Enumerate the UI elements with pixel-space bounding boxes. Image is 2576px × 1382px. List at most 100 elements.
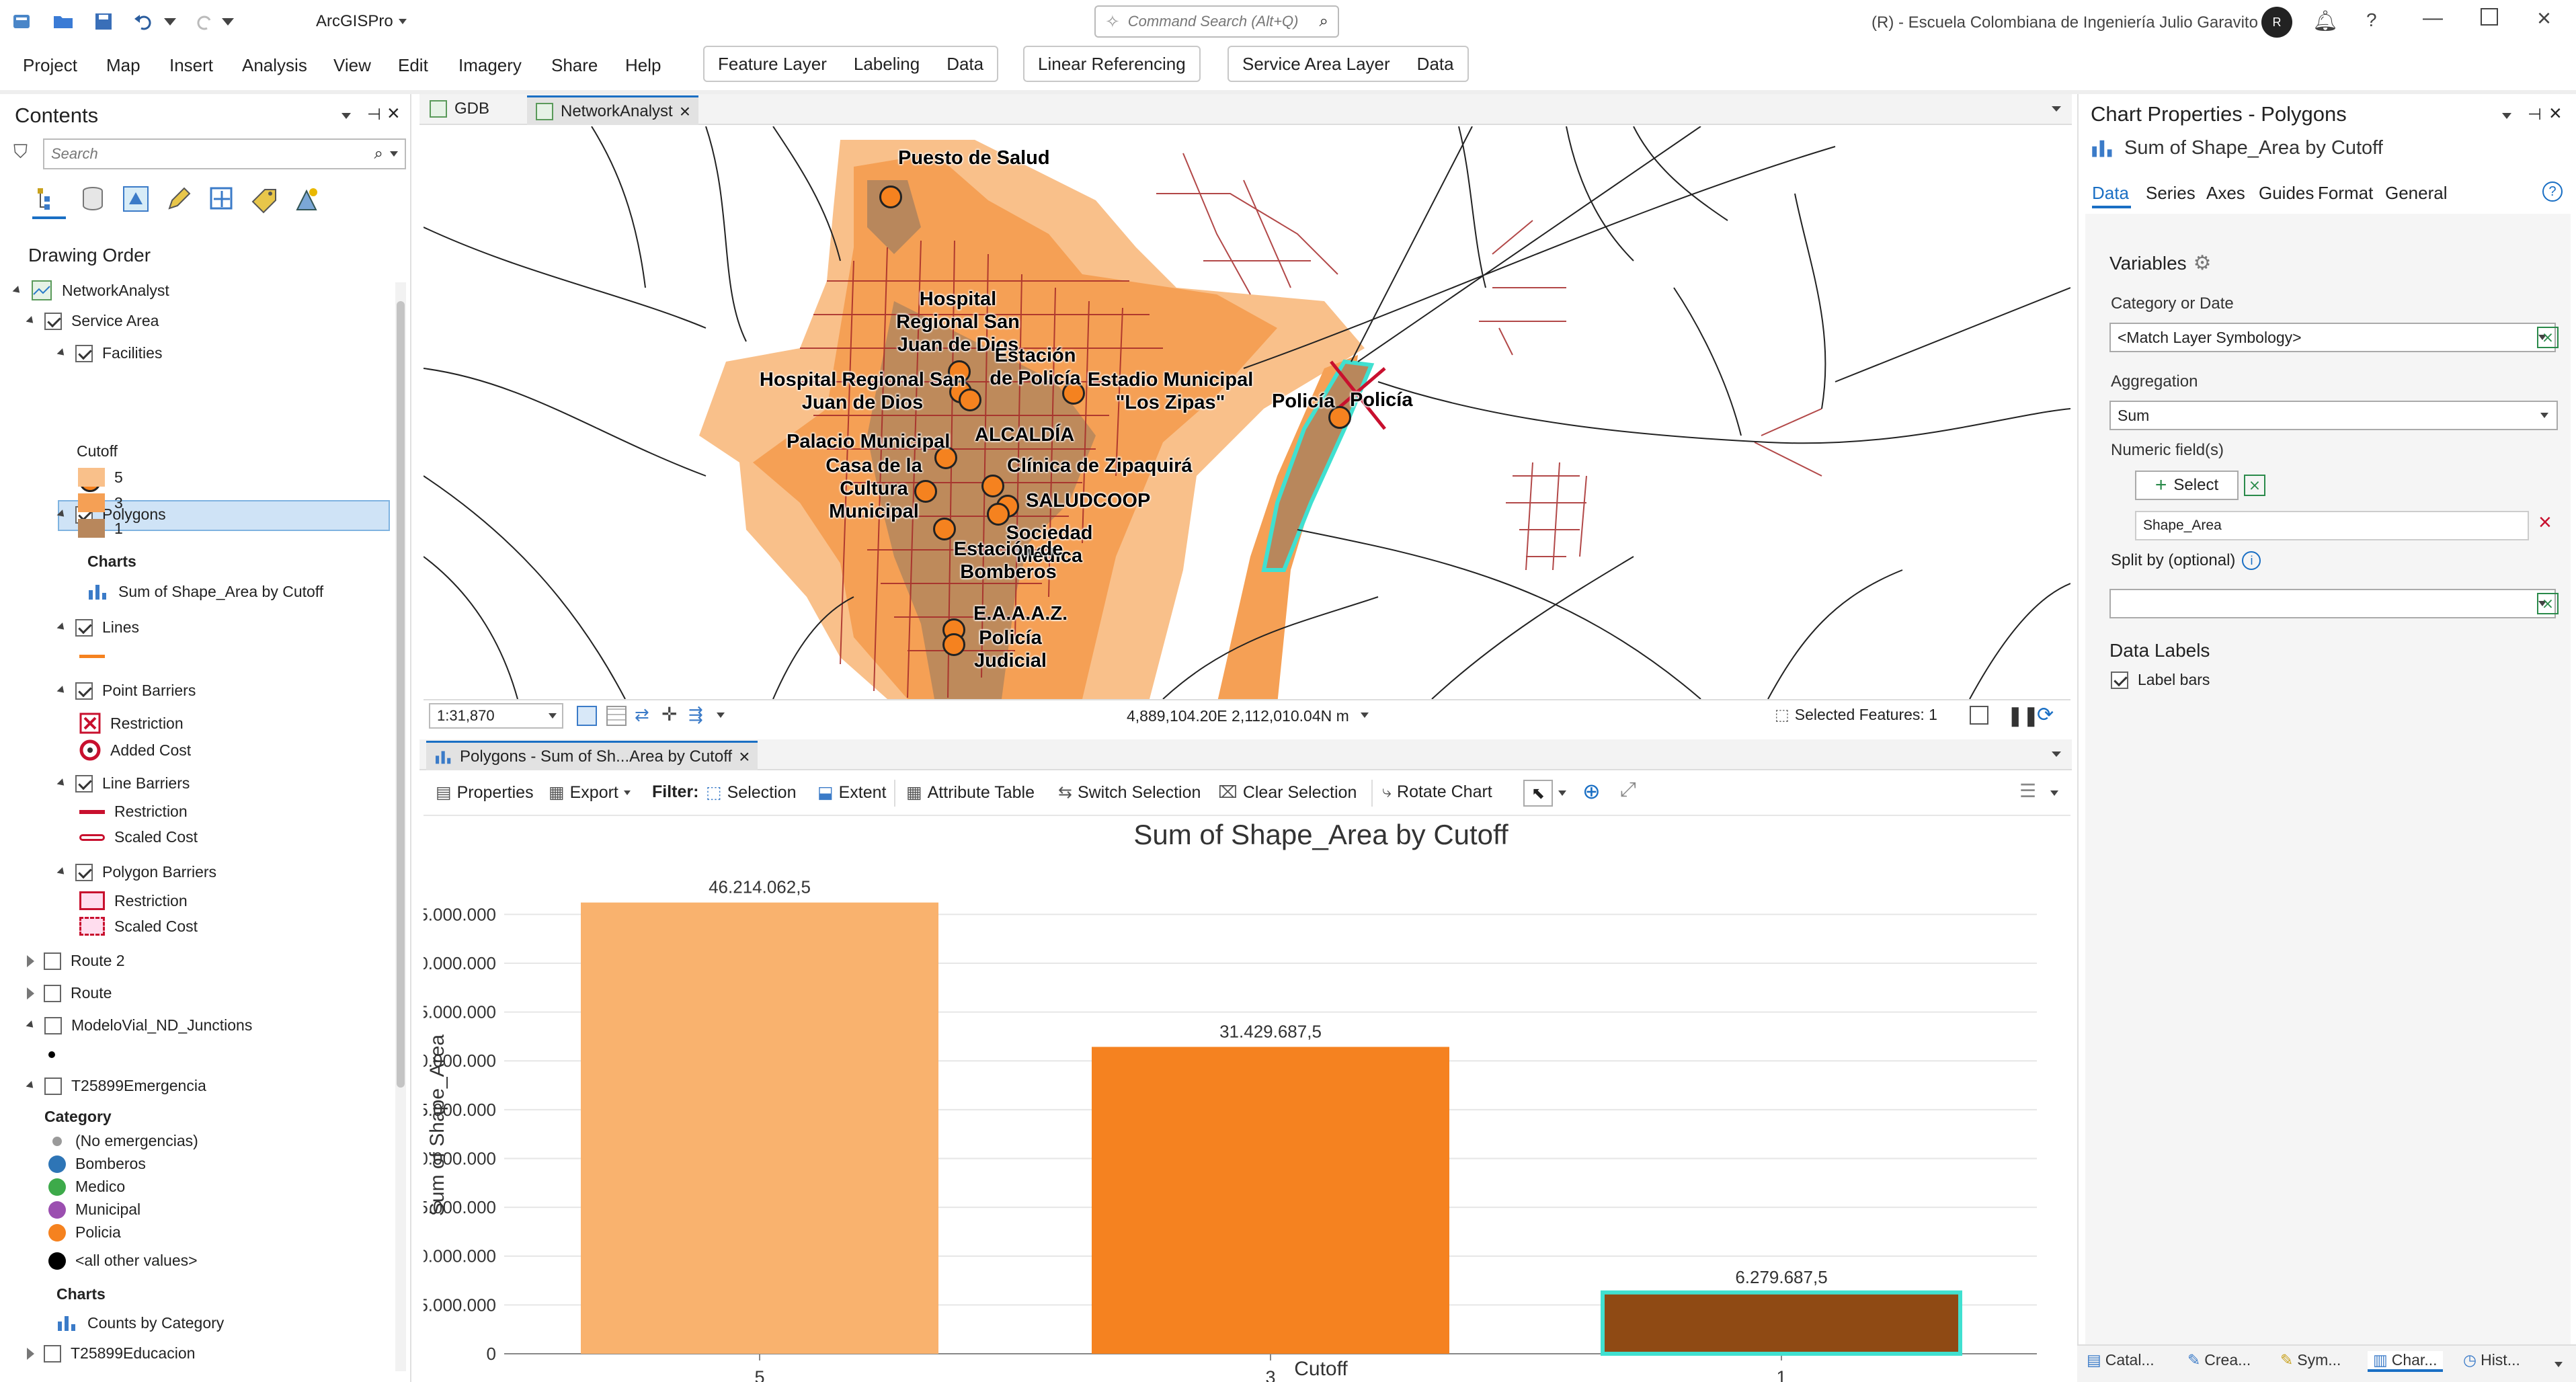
gear-icon[interactable]: ⚙ [2193, 251, 2212, 275]
chevron-down-icon[interactable] [717, 713, 725, 718]
layer-junctions[interactable]: ModeloVial_ND_Junctions [26, 1016, 252, 1034]
close-pane-icon[interactable]: × [2549, 101, 2562, 126]
select-tool-icon[interactable]: ⬉ [1523, 780, 1553, 807]
layer-lines[interactable]: Lines [56, 618, 139, 637]
collapse-icon[interactable] [56, 622, 67, 633]
undo-icon[interactable] [132, 9, 156, 34]
tabs-menu-icon[interactable] [2052, 106, 2061, 112]
remove-field-icon[interactable]: × [2538, 510, 2552, 536]
correction-icon[interactable]: ⇄ [635, 704, 649, 725]
menu-insert[interactable]: Insert [169, 55, 213, 76]
menu-edit[interactable]: Edit [398, 55, 428, 76]
collapse-icon[interactable] [56, 867, 67, 877]
clear-split-icon[interactable]: ⨯ [2537, 593, 2559, 614]
expand-icon[interactable] [27, 1347, 34, 1360]
collapse-icon[interactable] [26, 316, 36, 326]
tab-feature-layer[interactable]: Feature Layer [705, 54, 840, 75]
tab-series[interactable]: Series [2146, 183, 2196, 204]
contents-search[interactable]: Search ⌕ [43, 138, 406, 169]
navigation-icon[interactable]: ⇶ [688, 704, 703, 725]
bar[interactable] [1601, 1290, 1962, 1356]
tab-catalog[interactable]: ▤ Catal... [2087, 1351, 2155, 1369]
filter-extent-button[interactable]: ⬓ Extent [817, 782, 887, 803]
tab-general[interactable]: General [2385, 183, 2448, 204]
scale-selector[interactable]: 1:31,870 [429, 703, 563, 729]
rotate-chart-button[interactable]: ⤷ Rotate Chart [1382, 782, 1492, 802]
tab-data-2[interactable]: Data [1404, 54, 1467, 75]
list-by-labeling-icon[interactable] [250, 184, 280, 214]
full-extent-icon[interactable]: ⤢ [1620, 778, 1636, 801]
collapse-icon[interactable] [26, 1081, 36, 1091]
redo-icon[interactable] [192, 9, 216, 34]
tab-data[interactable]: Data [933, 54, 997, 75]
visibility-checkbox[interactable] [75, 618, 93, 637]
filter-icon[interactable]: ⛉ [13, 141, 28, 163]
coordinates-dropdown-icon[interactable] [1361, 713, 1369, 718]
facility-point[interactable] [879, 186, 902, 208]
layer-polygon-barriers[interactable]: Polygon Barriers [56, 863, 216, 881]
list-by-drawing-order-icon[interactable] [34, 184, 63, 214]
command-search[interactable]: ✧ Command Search (Alt+Q) ⌕ [1094, 5, 1339, 38]
visibility-checkbox[interactable] [75, 774, 93, 792]
undo-dropdown-icon[interactable] [164, 18, 176, 26]
refresh-icon[interactable]: ⟳ [2037, 703, 2054, 727]
scroll-thumb[interactable] [397, 301, 405, 1088]
pin-icon[interactable]: ⊣ [2528, 105, 2542, 124]
tab-history[interactable]: ◷ Hist... [2463, 1351, 2520, 1369]
tab-networkanalyst[interactable]: NetworkAnalyst × [527, 95, 699, 125]
category-select[interactable]: <Match Layer Symbology> [2109, 323, 2556, 352]
clear-selection-button[interactable]: ⌧ Clear Selection [1218, 782, 1357, 803]
close-pane-icon[interactable]: × [387, 101, 400, 126]
collapse-icon[interactable] [56, 348, 67, 358]
visibility-checkbox[interactable] [44, 1077, 62, 1095]
pane-menu-icon[interactable] [2502, 113, 2511, 119]
layer-point-barriers[interactable]: Point Barriers [56, 682, 196, 700]
visibility-checkbox[interactable] [44, 952, 61, 970]
collapse-icon[interactable] [56, 778, 67, 788]
tab-linear-referencing[interactable]: Linear Referencing [1024, 54, 1199, 75]
attribute-table-button[interactable]: ▦ Attribute Table [906, 782, 1035, 803]
layer-t-emergencia[interactable]: T25899Emergencia [26, 1077, 206, 1095]
help-icon[interactable]: ? [2542, 181, 2563, 202]
facility-point[interactable] [942, 633, 965, 656]
visibility-checkbox[interactable] [44, 1016, 62, 1034]
chevron-down-icon[interactable] [2050, 790, 2058, 796]
pin-icon[interactable]: ⊣ [367, 105, 381, 124]
numeric-field-item[interactable]: Shape_Area [2135, 511, 2529, 540]
layer-facilities[interactable]: Facilities [56, 344, 162, 362]
zoom-in-icon[interactable]: ⊕ [1582, 778, 1601, 804]
chevron-down-icon[interactable] [1558, 790, 1566, 796]
export-button[interactable]: ▦ Export [549, 782, 631, 803]
restore-icon[interactable] [2481, 8, 2498, 26]
chart-item-2[interactable]: Counts by Category [56, 1313, 224, 1332]
tab-chart[interactable]: Polygons - Sum of Sh...Area by Cutoff × [426, 741, 758, 770]
chevron-down-icon[interactable] [2554, 1362, 2563, 1367]
info-icon[interactable]: i [2242, 551, 2261, 570]
switch-selection-button[interactable]: ⇆ Switch Selection [1058, 782, 1201, 803]
facility-point[interactable] [981, 475, 1004, 497]
help-icon[interactable]: ? [2366, 9, 2377, 31]
tab-axes[interactable]: Axes [2206, 183, 2245, 204]
list-view-icon[interactable]: ☰ [2019, 780, 2036, 802]
refresh-layout-icon[interactable] [1970, 706, 1988, 725]
map-node[interactable]: NetworkAnalyst [12, 280, 169, 301]
layer-route[interactable]: Route [27, 984, 112, 1002]
tabs-menu-icon[interactable] [2052, 751, 2061, 757]
properties-button[interactable]: ▤ Properties [436, 782, 534, 803]
visibility-checkbox[interactable] [44, 1344, 61, 1363]
visibility-checkbox[interactable] [75, 863, 93, 881]
layer-route-2[interactable]: Route 2 [27, 952, 125, 970]
collapse-icon[interactable] [26, 1020, 36, 1030]
label-bars-row[interactable]: Label bars [2111, 671, 2210, 689]
save-icon[interactable] [91, 9, 116, 34]
tab-create[interactable]: ✎ Crea... [2187, 1351, 2251, 1369]
menu-help[interactable]: Help [625, 55, 661, 76]
expand-icon[interactable] [27, 987, 34, 1000]
tab-service-area-layer[interactable]: Service Area Layer [1229, 54, 1404, 75]
collapse-icon[interactable] [56, 686, 67, 696]
redo-dropdown-icon[interactable] [222, 18, 234, 26]
avatar[interactable]: R [2261, 7, 2292, 38]
clear-fields-icon[interactable]: ⨯ [2244, 475, 2265, 496]
list-by-perspective-icon[interactable] [293, 184, 323, 214]
menu-project[interactable]: Project [23, 55, 77, 76]
